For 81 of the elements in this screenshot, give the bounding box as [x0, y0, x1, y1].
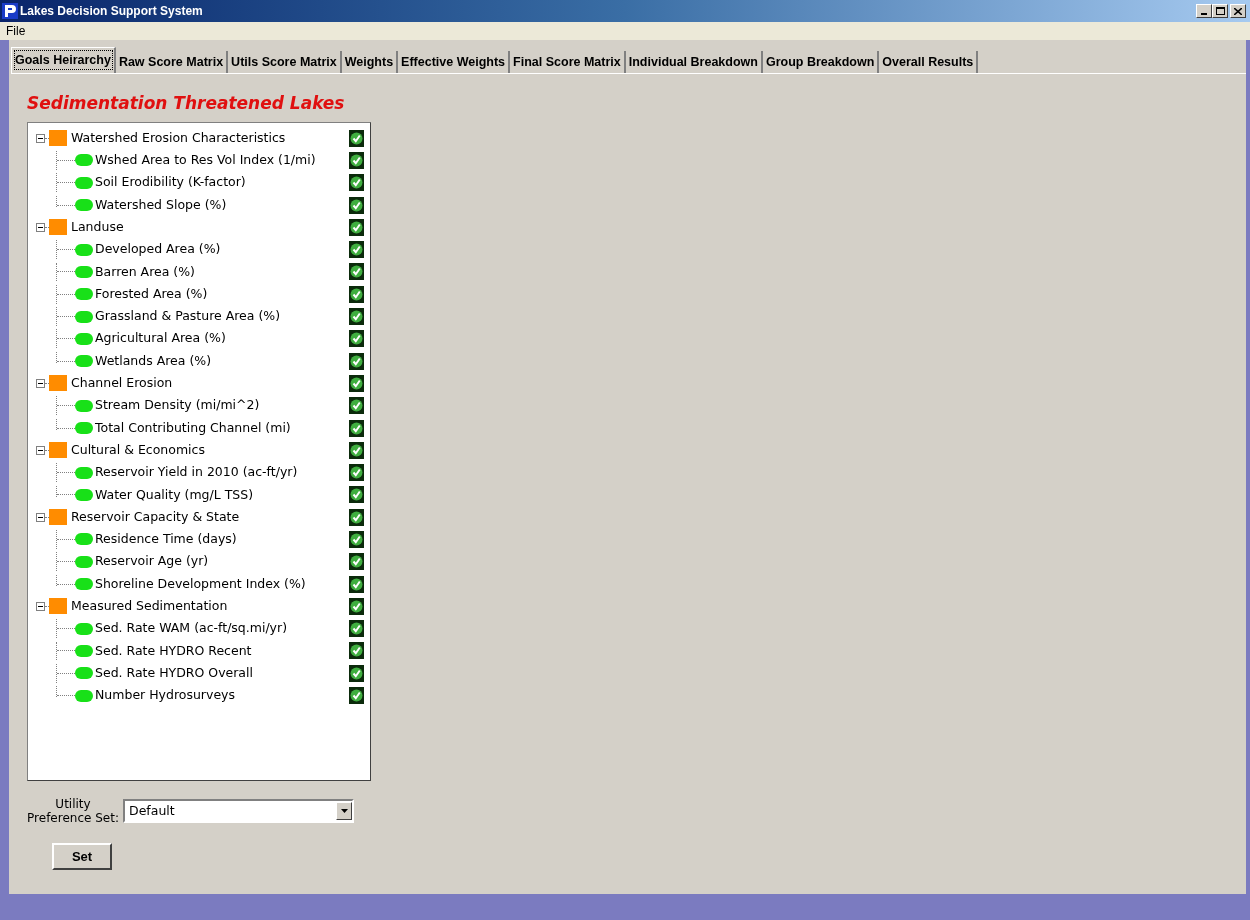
tree-item-label[interactable]: Total Contributing Channel (mi)	[95, 418, 291, 438]
tree-item-label[interactable]: Agricultural Area (%)	[95, 329, 226, 349]
preference-label: Utility Preference Set:	[27, 797, 119, 825]
collapse-icon[interactable]	[36, 601, 45, 611]
tree-item-label[interactable]: Stream Density (mi/mi^2)	[95, 396, 260, 416]
checkbox-checked-icon[interactable]	[349, 352, 364, 370]
checkbox-checked-icon[interactable]	[349, 196, 364, 214]
folder-square-icon	[49, 598, 67, 615]
tab[interactable]: Utils Score Matrix	[228, 51, 342, 73]
collapse-icon[interactable]	[36, 378, 45, 388]
maximize-button[interactable]	[1212, 4, 1228, 18]
tab[interactable]: Weights	[341, 51, 399, 73]
tree-item-label[interactable]: Residence Time (days)	[95, 530, 237, 549]
checkbox-checked-icon[interactable]	[349, 129, 364, 147]
tree-item-label[interactable]: Wetlands Area (%)	[95, 351, 212, 371]
checkbox-checked-icon[interactable]	[349, 597, 364, 615]
tree-item-label[interactable]: Shoreline Development Index (%)	[95, 574, 306, 594]
tree-item-label[interactable]: Reservoir Age (yr)	[95, 552, 209, 572]
checkbox-checked-icon[interactable]	[349, 687, 364, 705]
tree-item-label[interactable]: Sed. Rate HYDRO Overall	[95, 663, 253, 683]
checkbox-checked-icon[interactable]	[349, 174, 364, 192]
tree-group-label[interactable]: Watershed Erosion Characteristics	[71, 128, 286, 148]
tree-group-label[interactable]: Reservoir Capacity & State	[71, 507, 240, 527]
checkbox-checked-icon[interactable]	[349, 575, 364, 593]
tree-item-label[interactable]: Reservoir Yield in 2010 (ac-ft/yr)	[95, 463, 298, 482]
folder-square-icon	[49, 375, 67, 392]
checkbox-checked-icon[interactable]	[349, 241, 364, 259]
set-button[interactable]: Set	[52, 843, 112, 870]
folder-square-icon	[49, 442, 67, 459]
tree-item-label[interactable]: Watershed Slope (%)	[95, 195, 227, 215]
checkbox-checked-icon[interactable]	[349, 151, 364, 169]
checkbox-checked-icon[interactable]	[349, 508, 364, 526]
tree-item-label[interactable]: Grassland & Pasture Area (%)	[95, 307, 281, 326]
checkbox-checked-icon[interactable]	[349, 441, 364, 459]
checkbox-checked-icon[interactable]	[349, 664, 364, 682]
tree-group-label[interactable]: Channel Erosion	[71, 374, 173, 393]
checkbox-checked-icon[interactable]	[349, 486, 364, 504]
collapse-icon[interactable]	[36, 222, 45, 232]
checkbox-checked-icon[interactable]	[349, 553, 364, 571]
folder-square-icon	[49, 509, 67, 526]
close-button[interactable]	[1230, 4, 1246, 18]
checkbox-checked-icon[interactable]	[349, 620, 364, 638]
tree-group-label[interactable]: Cultural & Economics	[71, 440, 205, 460]
minimize-button[interactable]	[1196, 4, 1212, 18]
checkbox-checked-icon[interactable]	[349, 285, 364, 303]
window-title: Lakes Decision Support System	[20, 3, 203, 20]
menu-item[interactable]: File	[6, 22, 26, 40]
tree-item-label[interactable]: Soil Erodibility (K-factor)	[95, 173, 246, 193]
tree-item-label[interactable]: Wshed Area to Res Vol Index (1/mi)	[95, 151, 316, 170]
tab[interactable]: Effective Weights	[398, 51, 511, 73]
collapse-icon[interactable]	[36, 445, 45, 455]
checkbox-checked-icon[interactable]	[349, 330, 364, 348]
folder-square-icon	[49, 130, 67, 147]
checkbox-checked-icon[interactable]	[349, 642, 364, 660]
tree-item-label[interactable]: Water Quality (mg/L TSS)	[95, 485, 254, 505]
checkbox-checked-icon[interactable]	[349, 397, 364, 415]
checkbox-checked-icon[interactable]	[349, 419, 364, 437]
checkbox-checked-icon[interactable]	[349, 464, 364, 482]
preference-select[interactable]: Default	[123, 799, 354, 823]
tree-group-label[interactable]: Measured Sedimentation	[71, 597, 228, 616]
tree-item-label[interactable]: Barren Area (%)	[95, 262, 195, 282]
checkbox-checked-icon[interactable]	[349, 308, 364, 325]
collapse-icon[interactable]	[36, 133, 45, 143]
checkbox-checked-icon[interactable]	[349, 531, 364, 548]
tree-item-label[interactable]: Developed Area (%)	[95, 240, 221, 259]
checkbox-checked-icon[interactable]	[349, 374, 364, 392]
tree-group-label[interactable]: Landuse	[71, 217, 124, 237]
tree-item-label[interactable]: Sed. Rate HYDRO Recent	[95, 641, 252, 661]
page-heading: Sedimentation Threatened Lakes	[27, 92, 345, 114]
folder-square-icon	[49, 219, 67, 236]
close-icon	[1234, 7, 1242, 15]
checkbox-checked-icon[interactable]	[349, 263, 364, 281]
collapse-icon[interactable]	[36, 512, 45, 522]
app-logo-icon	[2, 3, 18, 19]
tab[interactable]: Goals Heirarchy	[11, 47, 116, 73]
tree-item-label[interactable]: Number Hydrosurveys	[95, 686, 235, 705]
tab[interactable]: Final Score Matrix	[510, 51, 626, 73]
tree-item-label[interactable]: Forested Area (%)	[95, 284, 208, 304]
tab[interactable]: Overall Results	[879, 51, 979, 73]
checkbox-checked-icon[interactable]	[349, 218, 364, 236]
tree-item-label[interactable]: Sed. Rate WAM (ac-ft/sq.mi/yr)	[95, 619, 288, 639]
